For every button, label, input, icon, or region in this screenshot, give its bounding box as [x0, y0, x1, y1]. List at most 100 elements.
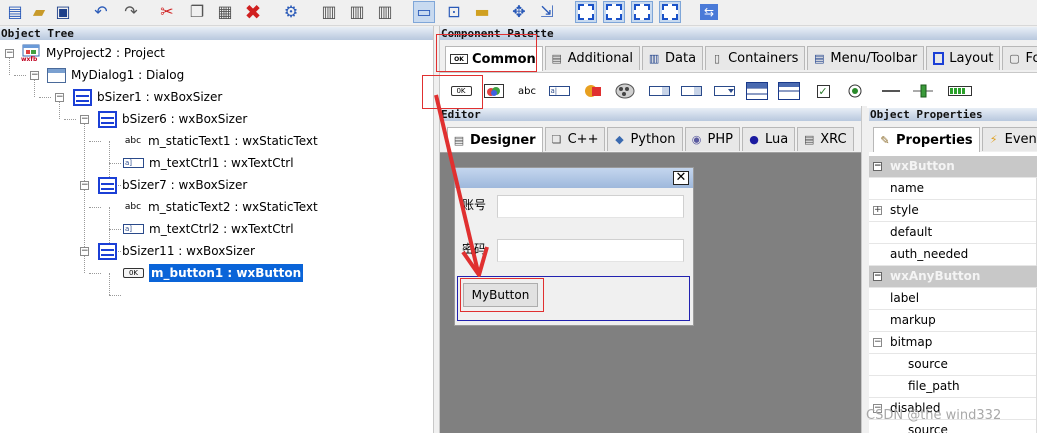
tab-data[interactable]: ▥ Data	[642, 46, 704, 70]
undo-icon[interactable]: ↶	[90, 1, 112, 23]
radio-button-icon[interactable]	[847, 83, 863, 99]
list-box-grid-icon[interactable]	[746, 81, 768, 101]
property-label: file_path	[908, 379, 960, 393]
align-right-icon[interactable]: ▥	[374, 1, 396, 23]
additional-icon: ▤	[551, 52, 562, 65]
property-category[interactable]: − wxButton	[869, 156, 1037, 178]
checklist-icon[interactable]	[778, 81, 800, 101]
copy-icon[interactable]: ❐	[186, 1, 208, 23]
property-row[interactable]: label	[869, 288, 1037, 310]
new-project-icon[interactable]: ▤	[4, 1, 26, 23]
property-row[interactable]: − bitmap	[869, 332, 1037, 354]
tree-node-textctrl1[interactable]: a] m_textCtrl1 : wxTextCtrl	[123, 152, 294, 174]
slider-icon[interactable]	[912, 83, 934, 99]
property-category[interactable]: − wxAnyButton	[869, 266, 1037, 288]
static-text-icon[interactable]: abc	[517, 83, 537, 99]
settings-icon[interactable]: ⚙	[280, 1, 302, 23]
tree-node-bsizer6[interactable]: bSizer6 : wxBoxSizer	[98, 108, 247, 130]
check-box-icon[interactable]: ✓	[815, 83, 831, 99]
expand-icon[interactable]: +	[873, 206, 882, 215]
tab-events[interactable]: ⚡ Events	[981, 127, 1037, 151]
annotation-box-common-tab	[436, 34, 537, 72]
tab-php[interactable]: ◉ PHP	[684, 127, 740, 151]
property-row[interactable]: name	[869, 178, 1037, 200]
tab-python[interactable]: ◆ Python	[607, 127, 683, 151]
tree-expander[interactable]: −	[55, 93, 64, 102]
button-icon: 0K	[123, 268, 144, 278]
property-row[interactable]: default	[869, 222, 1037, 244]
tab-forms[interactable]: ▢ Fo	[1002, 46, 1037, 70]
redo-icon[interactable]: ↷	[120, 1, 142, 23]
tree-node-bsizer11[interactable]: bSizer11 : wxBoxSizer	[98, 240, 255, 262]
text-ctrl-icon[interactable]: a|	[548, 83, 570, 99]
tab-label: Events	[1004, 132, 1037, 147]
tree-expander[interactable]: −	[80, 115, 89, 124]
text-ctrl-icon: a]	[123, 158, 144, 168]
password-input[interactable]	[497, 239, 684, 262]
object-tree[interactable]: − − − − − − wxfb MyProject2 : Project My…	[0, 40, 433, 433]
align-center-icon[interactable]: ▥	[346, 1, 368, 23]
tree-node-label: bSizer6 : wxBoxSizer	[122, 112, 248, 126]
list-ctrl-icon[interactable]	[713, 83, 735, 99]
property-row[interactable]: file_path	[869, 376, 1037, 398]
static-line-icon[interactable]	[880, 83, 902, 99]
tree-expander[interactable]: −	[80, 181, 89, 190]
property-row[interactable]: source	[869, 354, 1037, 376]
static-bitmap-icon[interactable]	[582, 83, 604, 99]
tree-node-bsizer7[interactable]: bSizer7 : wxBoxSizer	[98, 174, 247, 196]
properties-tabs: ✎ Properties ⚡ Events	[873, 127, 1037, 152]
tree-expander[interactable]: −	[5, 49, 14, 58]
tree-node-bsizer1[interactable]: bSizer1 : wxBoxSizer	[73, 86, 222, 108]
dialog-title-bar[interactable]: ✕	[455, 168, 693, 188]
tab-containers[interactable]: ▯ Containers	[705, 46, 806, 70]
property-label: auth_needed	[890, 247, 969, 261]
tab-lua[interactable]: ● Lua	[742, 127, 796, 151]
list-box-icon[interactable]	[680, 83, 702, 99]
tab-designer[interactable]: ▤ Designer	[447, 127, 543, 152]
choice-icon[interactable]	[648, 83, 670, 99]
tab-properties[interactable]: ✎ Properties	[873, 127, 980, 152]
tab-cpp[interactable]: ❏ C++	[544, 127, 606, 151]
open-icon[interactable]: ▰	[28, 1, 50, 23]
align-left-icon[interactable]: ▥	[318, 1, 340, 23]
swap-icon[interactable]: ⇲	[536, 1, 558, 23]
border-bottom-icon[interactable]	[659, 1, 681, 23]
tree-node-button1[interactable]: 0K m_button1 : wxButton	[123, 262, 304, 284]
tree-node-statictext1[interactable]: abc m_staticText1 : wxStaticText	[123, 130, 318, 152]
tab-layout[interactable]: Layout	[926, 46, 1001, 70]
collapse-icon[interactable]: −	[873, 338, 882, 347]
refresh-icon[interactable]: ⇆	[698, 1, 720, 23]
property-row[interactable]: markup	[869, 310, 1037, 332]
property-row[interactable]: + style	[869, 200, 1037, 222]
fit-icon[interactable]: ✥	[508, 1, 530, 23]
tree-expander[interactable]: −	[30, 71, 39, 80]
cut-icon[interactable]: ✂	[156, 1, 178, 23]
right-splitter[interactable]	[861, 106, 867, 433]
align-bottom-icon[interactable]: ▬	[471, 1, 493, 23]
border-left-icon[interactable]	[575, 1, 597, 23]
gauge-icon[interactable]	[948, 83, 972, 99]
collapse-icon[interactable]: −	[873, 162, 882, 171]
bitmap-button-icon[interactable]	[483, 83, 505, 99]
paste-icon[interactable]: ▦	[214, 1, 236, 23]
expand-icon[interactable]: ▭	[413, 1, 435, 23]
tree-node-statictext2[interactable]: abc m_staticText2 : wxStaticText	[123, 196, 318, 218]
tree-expander[interactable]: −	[80, 247, 89, 256]
collapse-icon[interactable]: −	[873, 272, 882, 281]
tab-additional[interactable]: ▤ Additional	[544, 46, 641, 70]
tree-node-project[interactable]: wxfb MyProject2 : Project	[21, 42, 165, 64]
border-right-icon[interactable]	[603, 1, 625, 23]
save-icon[interactable]: ▣	[52, 1, 74, 23]
border-top-icon[interactable]	[631, 1, 653, 23]
combo-box-icon[interactable]	[614, 83, 636, 99]
property-row[interactable]: auth_needed	[869, 244, 1037, 266]
close-icon[interactable]: ✕	[673, 171, 689, 185]
tree-node-label: m_staticText2 : wxStaticText	[148, 200, 318, 214]
account-input[interactable]	[497, 195, 684, 218]
tree-node-dialog[interactable]: MyDialog1 : Dialog	[47, 64, 184, 86]
delete-icon[interactable]: ✖	[242, 1, 264, 23]
tree-node-textctrl2[interactable]: a] m_textCtrl2 : wxTextCtrl	[123, 218, 294, 240]
tab-menu-toolbar[interactable]: ▤ Menu/Toolbar	[807, 46, 925, 70]
tab-xrc[interactable]: ▤ XRC	[797, 127, 854, 151]
align-top-icon[interactable]: ⊡	[443, 1, 465, 23]
